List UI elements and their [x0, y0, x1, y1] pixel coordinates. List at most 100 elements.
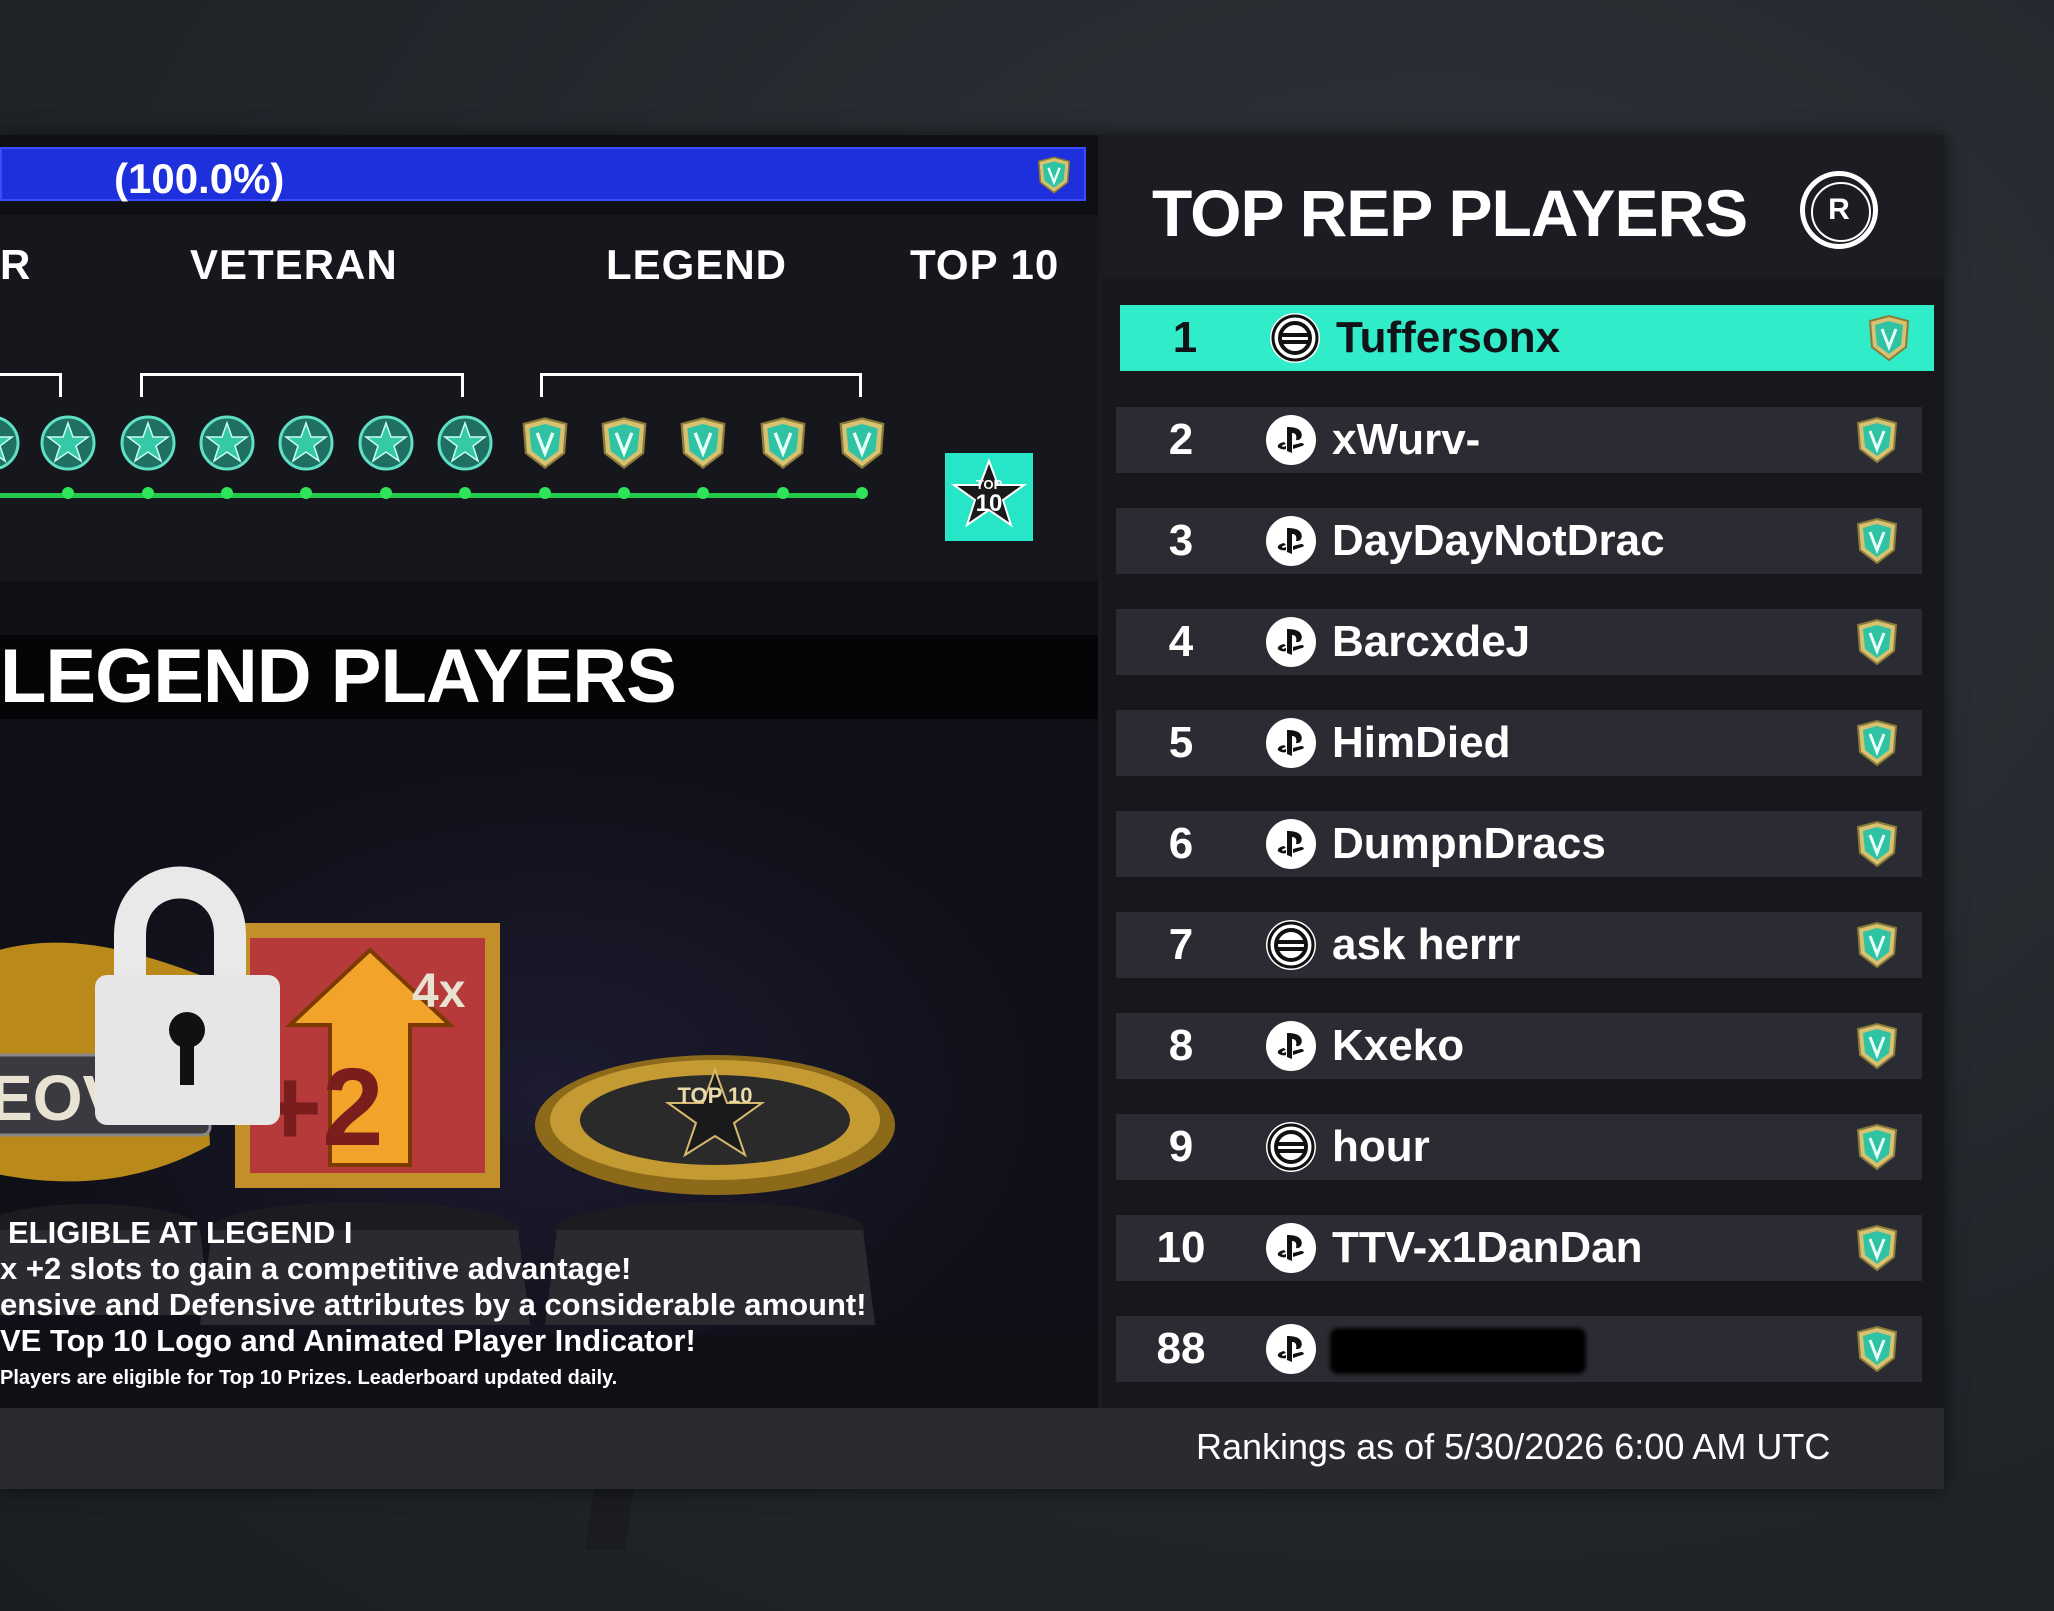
redacted-player-name — [1330, 1328, 1586, 1374]
leaderboard-header: TOP REP PLAYERS R — [1102, 135, 1944, 277]
veteran-3-badge-icon[interactable] — [278, 415, 334, 471]
player-name: DayDayNotDrac — [1332, 516, 1665, 565]
player-name: TTV-x1DanDan — [1332, 1223, 1643, 1272]
rep-progress-bar: (100.0%) — [0, 147, 1086, 202]
veteran-1-badge-icon[interactable] — [120, 415, 176, 471]
track-dot — [856, 487, 868, 499]
rank: 10 — [1156, 1223, 1206, 1272]
info-line-attributes: ensive and Defensive attributes by a con… — [0, 1287, 867, 1322]
player-name: Kxeko — [1332, 1021, 1465, 1070]
progress-track — [0, 493, 862, 498]
prev-tier-bracket — [0, 373, 62, 397]
rank: 7 — [1168, 920, 1194, 969]
legend-badge-icon — [1034, 155, 1074, 195]
leaderboard-row[interactable]: 8 Kxeko — [1116, 1013, 1922, 1079]
info-line-slots: x +2 slots to gain a competitive advanta… — [0, 1251, 632, 1286]
progression-panel: (100.0%) R VETERAN LEGEND TOP 10 TOP 10 … — [0, 135, 1098, 1408]
playstation-icon — [1266, 819, 1316, 869]
legend-badge-icon — [1852, 415, 1902, 465]
legend-4-badge-icon[interactable] — [755, 415, 811, 471]
prev-tier-badge-icon[interactable] — [0, 415, 20, 471]
leaderboard-row[interactable]: 7 ask herrr — [1116, 912, 1922, 978]
track-dot — [380, 487, 392, 499]
rep-panel: (100.0%) R VETERAN LEGEND TOP 10 TOP 10 … — [0, 135, 1944, 1489]
top10-label: TOP 10 — [910, 241, 1060, 288]
leaderboard-title: TOP REP PLAYERS — [1152, 176, 1748, 250]
rep-logo-icon: R — [1800, 171, 1878, 249]
legend-badge-icon — [1864, 313, 1914, 363]
multiplier-label: 4x — [412, 965, 466, 1018]
rank: 8 — [1168, 1021, 1194, 1070]
leaderboard-row[interactable]: 1 Tuffersonx — [1120, 305, 1934, 371]
track-dot — [539, 487, 551, 499]
leaderboard-row[interactable]: 4 BarcxdeJ — [1116, 609, 1922, 675]
progress-percent: (100.0%) — [114, 155, 285, 202]
legend-3-badge-icon[interactable] — [675, 415, 731, 471]
rank: 4 — [1168, 617, 1194, 666]
track-dot — [459, 487, 471, 499]
top10-star-icon: TOP 10 — [950, 458, 1028, 528]
veteran-5-badge-icon[interactable] — [437, 415, 493, 471]
track-dot — [777, 487, 789, 499]
playstation-icon — [1266, 1324, 1316, 1374]
track-dot — [300, 487, 312, 499]
legend-2-badge-icon[interactable] — [596, 415, 652, 471]
tier-track: R VETERAN LEGEND TOP 10 TOP 10 — [0, 215, 1098, 581]
player-name: HimDied — [1332, 718, 1511, 767]
leaderboard-row[interactable]: 5 HimDied — [1116, 710, 1922, 776]
legend-5-badge-icon[interactable] — [834, 415, 890, 471]
playstation-icon — [1266, 1223, 1316, 1273]
crossplay-icon — [1266, 1122, 1316, 1172]
legend-1-badge-icon[interactable] — [517, 415, 573, 471]
legend-players-title: LEGEND PLAYERS — [0, 634, 677, 719]
legend-badge-icon — [1852, 1324, 1902, 1374]
playstation-icon — [1266, 1021, 1316, 1071]
rankings-timestamp: Rankings as of 5/30/2026 6:00 AM UTC — [1196, 1426, 1831, 1467]
info-line-note: Players are eligible for Top 10 Prizes. … — [0, 1367, 618, 1389]
legend-badge-icon — [1852, 718, 1902, 768]
legend-badge-icon — [1852, 617, 1902, 667]
legend-badge-icon — [1852, 1021, 1902, 1071]
rep-logo-letter: R — [1828, 193, 1850, 226]
legend-badge-icon — [1852, 1122, 1902, 1172]
info-line-logo: VE Top 10 Logo and Animated Player Indic… — [0, 1323, 696, 1358]
veteran-4-badge-icon[interactable] — [358, 415, 414, 471]
legend-label: LEGEND — [606, 241, 788, 288]
veteran-2-badge-icon[interactable] — [199, 415, 255, 471]
legend-badge-icon — [1852, 1223, 1902, 1273]
svg-text:10: 10 — [976, 490, 1003, 517]
leaderboard-row[interactable]: 2 xWurv- — [1116, 407, 1922, 473]
info-line-eligible: ELIGIBLE AT LEGEND I — [8, 1215, 353, 1250]
veteran-bracket — [140, 373, 464, 397]
track-dot — [221, 487, 233, 499]
rank: 3 — [1168, 516, 1194, 565]
leaderboard-row[interactable]: 10 TTV-x1DanDan — [1116, 1215, 1922, 1281]
my-rank-row[interactable]: 88 — [1116, 1316, 1922, 1382]
player-name: BarcxdeJ — [1332, 617, 1531, 666]
leaderboard-row[interactable]: 9 hour — [1116, 1114, 1922, 1180]
track-dot — [62, 487, 74, 499]
monitor-stand — [585, 1480, 635, 1550]
prev-tier-v-badge-icon[interactable] — [40, 415, 96, 471]
player-name: xWurv- — [1332, 415, 1481, 464]
leaderboard-panel: TOP REP PLAYERS R 1 Tuffersonx 2 xWurv- … — [1102, 135, 1944, 1408]
playstation-icon — [1266, 617, 1316, 667]
player-name: DumpnDracs — [1332, 819, 1606, 868]
legend-bracket — [540, 373, 862, 397]
footer-bar: Rankings as of 5/30/2026 6:00 AM UTC — [0, 1408, 1944, 1489]
rank: 1 — [1172, 313, 1198, 362]
player-name: hour — [1332, 1122, 1430, 1171]
track-dot — [618, 487, 630, 499]
rank: 2 — [1168, 415, 1194, 464]
legend-badge-icon — [1852, 920, 1902, 970]
playstation-icon — [1266, 415, 1316, 465]
coin-label: TOP 10 — [677, 1083, 752, 1108]
crossplay-icon — [1270, 313, 1320, 363]
rank: 88 — [1156, 1324, 1206, 1373]
rank: 6 — [1168, 819, 1194, 868]
partial-tier-label: R — [0, 241, 32, 288]
veteran-label: VETERAN — [190, 241, 398, 288]
leaderboard-row[interactable]: 3 DayDayNotDrac — [1116, 508, 1922, 574]
leaderboard-row[interactable]: 6 DumpnDracs — [1116, 811, 1922, 877]
top10-badge[interactable]: TOP 10 — [945, 453, 1033, 541]
